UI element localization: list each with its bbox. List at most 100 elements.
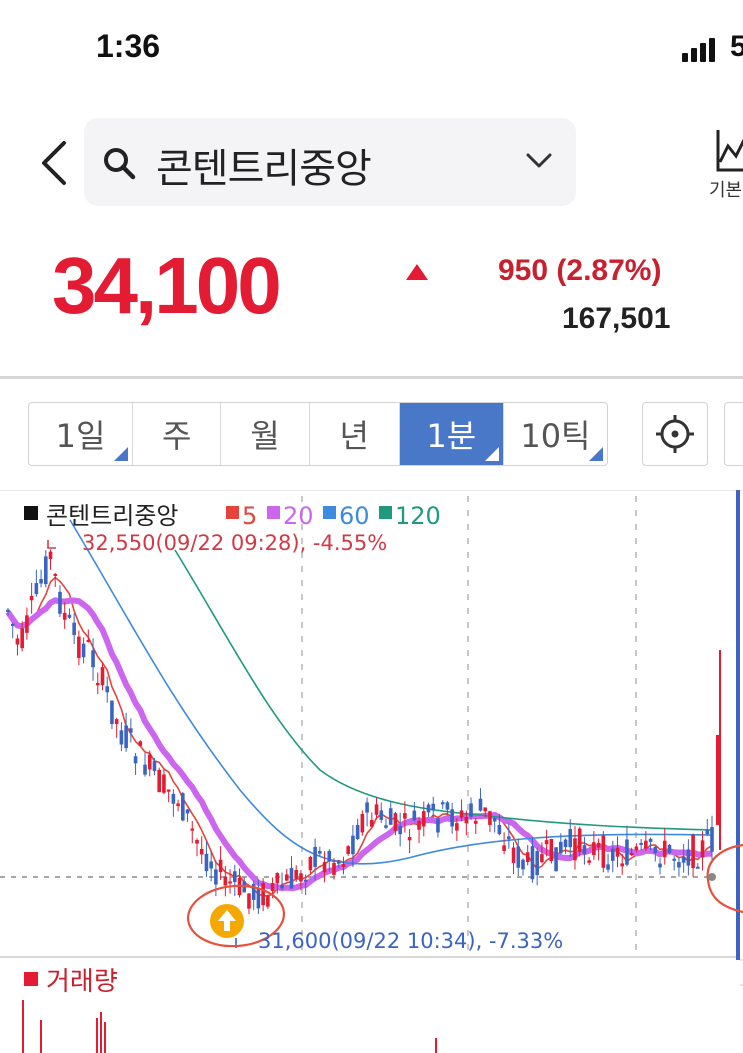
candle-down xyxy=(303,879,308,882)
legend-ma-label: 20 xyxy=(283,502,314,530)
candle-up xyxy=(577,828,582,852)
candle-up xyxy=(592,842,596,856)
candle-up xyxy=(322,862,327,873)
candle-down xyxy=(667,844,672,853)
candle-down xyxy=(681,856,686,863)
candle-down xyxy=(492,817,497,822)
candle-up xyxy=(393,813,398,831)
candle-up xyxy=(284,874,289,881)
candle-down xyxy=(658,863,662,868)
legend-square-ma xyxy=(267,506,280,519)
candle-up xyxy=(199,848,204,855)
tab-3[interactable]: 년 xyxy=(310,403,400,465)
candle-down xyxy=(6,609,10,613)
candle-up xyxy=(190,828,195,831)
chart-grid xyxy=(0,490,743,986)
tab-4[interactable]: 1분 xyxy=(399,403,504,465)
candle-up xyxy=(95,682,100,686)
more-tools-button[interactable] xyxy=(724,402,743,466)
tab-label: 10틱 xyxy=(520,417,591,455)
candle-up xyxy=(511,847,516,863)
volume-bar xyxy=(100,1012,102,1053)
price-chart[interactable]: 5 20 60 120 콘텐트리중앙 32,550(09/22 09:28), -4.… xyxy=(0,490,743,1053)
candle-up xyxy=(77,636,81,659)
status-time: 1:36 xyxy=(96,28,161,64)
candle-down xyxy=(696,866,700,869)
candle-up xyxy=(587,860,591,863)
candle-down xyxy=(43,556,48,585)
candle-down xyxy=(445,802,450,810)
low-annotation: 31,600(09/22 10:34), -7.33% xyxy=(258,929,563,953)
chevron-down-icon[interactable] xyxy=(524,150,554,172)
candle-up xyxy=(691,834,695,869)
tab-2[interactable]: 월 xyxy=(221,403,310,465)
battery-text: 5 xyxy=(730,30,743,63)
candle-up xyxy=(417,820,421,830)
candle-up xyxy=(629,852,634,855)
candle-down xyxy=(568,828,573,848)
candle-up xyxy=(114,719,119,725)
volume-label: 거래량 xyxy=(46,967,118,997)
candle-down xyxy=(67,614,72,618)
price-change: 950 (2.87%) xyxy=(498,254,662,287)
candle-up xyxy=(29,595,34,601)
tab-corner-mark xyxy=(114,447,129,461)
candle-up xyxy=(374,804,379,815)
candle-up xyxy=(15,638,20,645)
candle-down xyxy=(318,851,322,854)
candle-up xyxy=(341,864,346,867)
candle-up xyxy=(266,895,270,907)
candle-down xyxy=(554,847,558,872)
candle-up xyxy=(157,769,161,793)
legend-ma-label: 120 xyxy=(395,502,441,530)
candle-up xyxy=(483,807,488,812)
candle-up xyxy=(716,735,720,825)
candle-down xyxy=(365,802,369,813)
candle-down xyxy=(530,846,535,880)
candle-down xyxy=(436,818,440,833)
legend-square-main xyxy=(24,506,38,520)
tab-1[interactable]: 주 xyxy=(133,403,222,465)
candle-down xyxy=(507,836,511,840)
candle-down xyxy=(384,825,388,828)
back-button[interactable] xyxy=(36,135,76,191)
candle-down xyxy=(563,839,568,848)
candle-down xyxy=(185,809,190,814)
candle-down xyxy=(450,809,454,827)
candle-up xyxy=(195,839,199,844)
tab-label: 1일 xyxy=(55,417,106,455)
candle-down xyxy=(10,623,15,626)
legend-square-ma xyxy=(379,506,392,519)
candle-up xyxy=(370,819,374,827)
candle-down xyxy=(119,730,124,745)
candle-down xyxy=(34,583,39,595)
candle-up xyxy=(218,859,223,873)
tab-5[interactable]: 10틱 xyxy=(504,403,607,465)
candle-down xyxy=(129,728,133,733)
current-price-dot xyxy=(708,873,716,881)
candle-down xyxy=(91,650,95,668)
basic-chart-button[interactable]: 기본 xyxy=(706,122,743,204)
candle-down xyxy=(152,761,157,772)
section-divider xyxy=(0,376,743,379)
candle-up xyxy=(459,810,464,818)
crosshair-button[interactable] xyxy=(642,402,708,466)
candle-up xyxy=(407,836,412,841)
ma20-line xyxy=(5,597,713,892)
candle-up xyxy=(275,873,280,884)
candle-up xyxy=(421,811,426,827)
candle-up xyxy=(540,854,544,863)
candle-down xyxy=(355,824,360,839)
candle-down xyxy=(686,849,691,866)
tab-0[interactable]: 1일 xyxy=(29,403,134,465)
candle-up xyxy=(223,876,228,886)
candle-down xyxy=(610,848,615,861)
legend-name: 콘텐트리중앙 xyxy=(46,502,178,530)
tab-label: 월 xyxy=(250,417,280,455)
search-input[interactable]: 콘텐트리중앙 xyxy=(84,118,576,206)
candles xyxy=(6,549,721,915)
candle-down xyxy=(133,756,138,764)
candle-down xyxy=(388,808,393,825)
candle-up xyxy=(455,823,459,831)
candle-down xyxy=(124,725,128,749)
